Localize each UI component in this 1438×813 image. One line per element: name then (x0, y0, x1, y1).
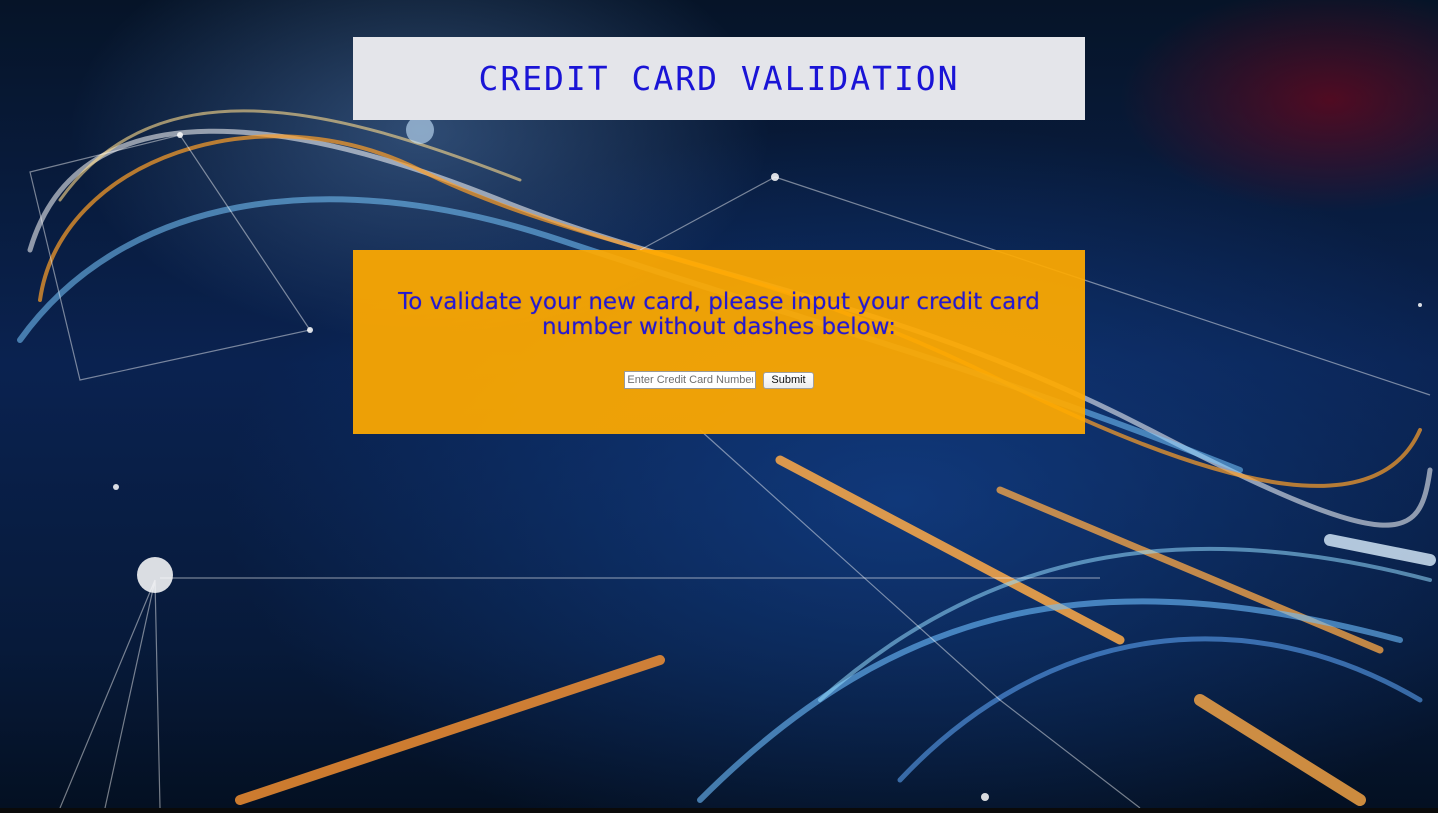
validation-panel: To validate your new card, please input … (353, 250, 1085, 434)
bottom-edge (0, 808, 1438, 813)
card-form: Submit (353, 371, 1085, 389)
instructions-text: To validate your new card, please input … (398, 289, 1040, 340)
page-title: CREDIT CARD VALIDATION (478, 59, 960, 98)
title-banner: CREDIT CARD VALIDATION (353, 37, 1085, 120)
credit-card-input[interactable] (624, 371, 757, 389)
submit-button[interactable]: Submit (763, 371, 814, 389)
